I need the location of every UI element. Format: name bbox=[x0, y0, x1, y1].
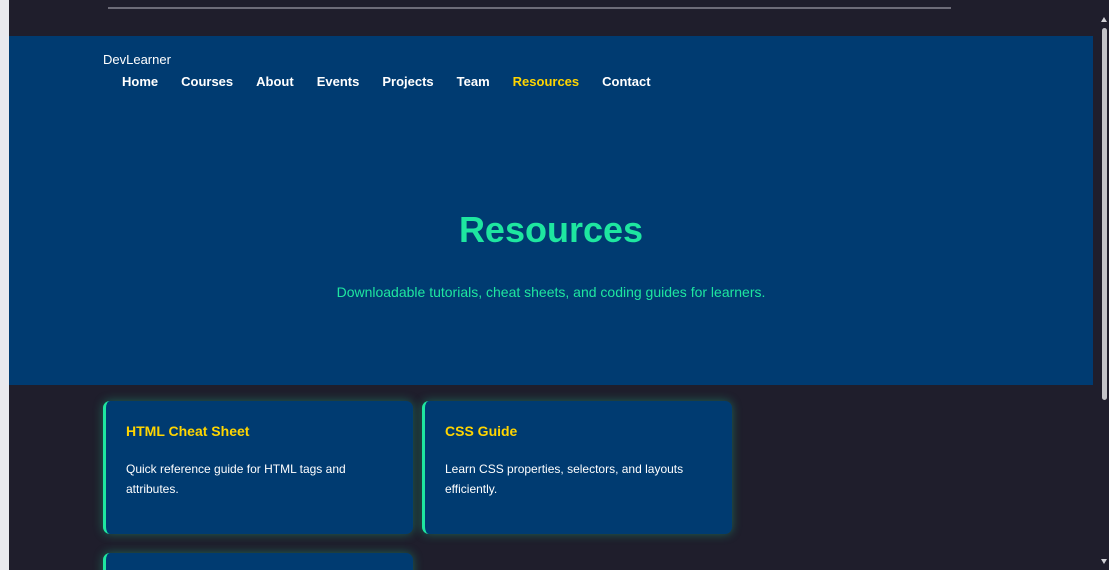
nav-item-resources[interactable]: Resources bbox=[513, 74, 579, 89]
scroll-down-arrow-icon[interactable] bbox=[1101, 559, 1107, 564]
nav-item-events[interactable]: Events bbox=[317, 74, 360, 89]
brand-logo[interactable]: DevLearner bbox=[103, 52, 171, 67]
resource-card-partial[interactable] bbox=[103, 553, 413, 570]
scrollbar-thumb[interactable] bbox=[1102, 28, 1107, 400]
card-title: CSS Guide bbox=[445, 423, 518, 439]
hero-section: DevLearner Home Courses About Events Pro… bbox=[9, 36, 1093, 385]
browser-viewport: DevLearner Home Courses About Events Pro… bbox=[0, 0, 1109, 570]
page-title: Resources bbox=[458, 209, 644, 250]
nav-item-courses[interactable]: Courses bbox=[181, 74, 233, 89]
main-nav: Home Courses About Events Projects Team … bbox=[122, 74, 674, 89]
vertical-scrollbar[interactable] bbox=[1100, 0, 1109, 570]
nav-item-home[interactable]: Home bbox=[122, 74, 158, 89]
card-description: Learn CSS properties, selectors, and lay… bbox=[445, 462, 684, 496]
page-subtitle: Downloadable tutorials, cheat sheets, an… bbox=[336, 284, 766, 300]
scroll-up-arrow-icon[interactable] bbox=[1101, 17, 1107, 22]
card-description: Quick reference guide for HTML tags and … bbox=[126, 462, 346, 496]
resource-cards-section: HTML Cheat Sheet Quick reference guide f… bbox=[9, 385, 1093, 570]
card-title: HTML Cheat Sheet bbox=[126, 423, 250, 439]
resource-card-css[interactable]: CSS Guide Learn CSS properties, selector… bbox=[422, 401, 732, 534]
nav-item-contact[interactable]: Contact bbox=[602, 74, 650, 89]
top-divider bbox=[108, 7, 951, 9]
page-top-bar bbox=[9, 10, 1100, 36]
nav-item-team[interactable]: Team bbox=[457, 74, 490, 89]
resource-card-html[interactable]: HTML Cheat Sheet Quick reference guide f… bbox=[103, 401, 413, 534]
window-left-edge bbox=[0, 0, 9, 570]
nav-item-projects[interactable]: Projects bbox=[382, 74, 433, 89]
nav-item-about[interactable]: About bbox=[256, 74, 294, 89]
